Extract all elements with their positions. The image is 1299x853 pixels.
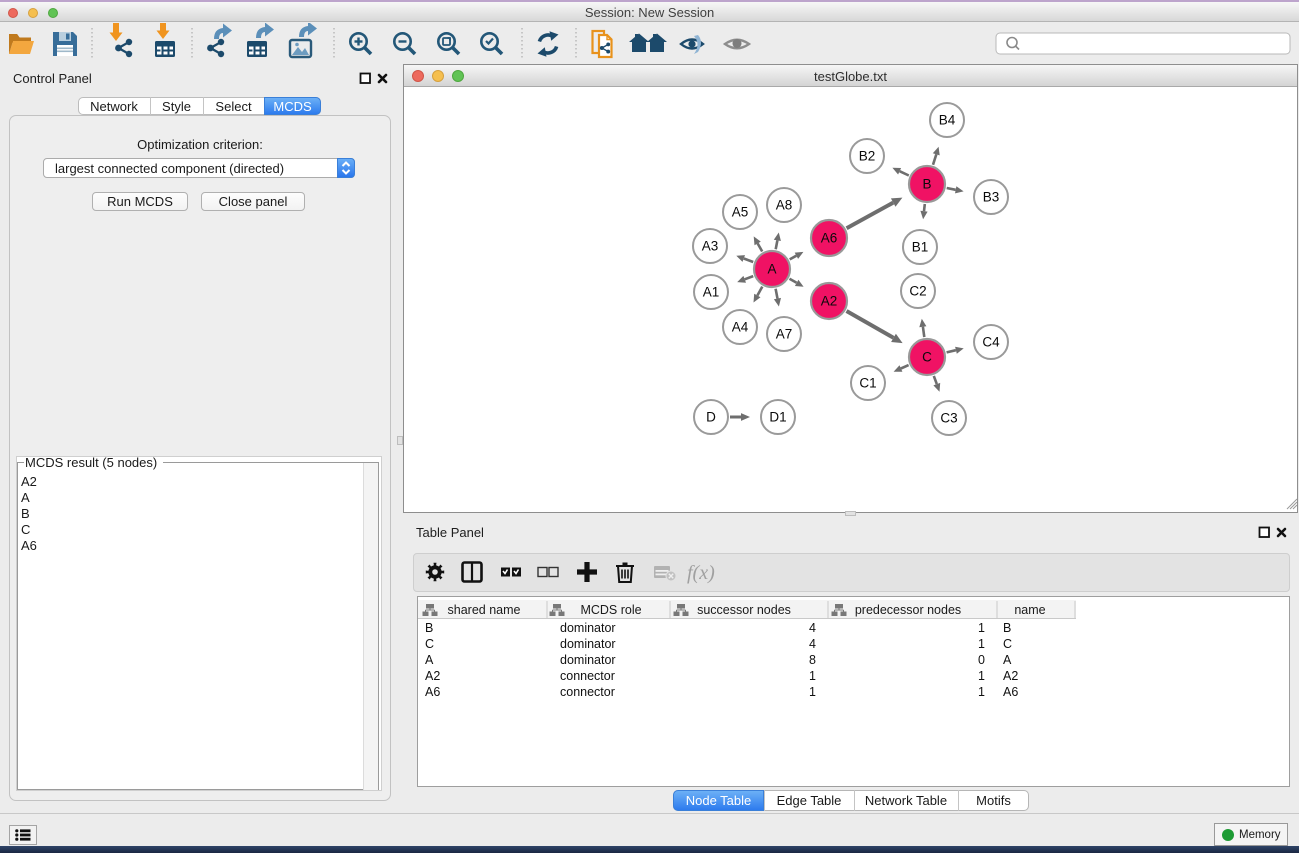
svg-text:connector: connector — [560, 669, 615, 683]
svg-text:A7: A7 — [776, 327, 793, 342]
svg-text:MCDS role: MCDS role — [580, 603, 641, 617]
svg-text:C3: C3 — [940, 411, 957, 426]
svg-text:A5: A5 — [732, 205, 749, 220]
svg-text:1: 1 — [978, 621, 985, 635]
svg-text:dominator: dominator — [560, 637, 616, 651]
svg-text:C1: C1 — [859, 376, 876, 391]
svg-text:predecessor nodes: predecessor nodes — [855, 603, 961, 617]
svg-text:A2: A2 — [425, 669, 440, 683]
svg-text:dominator: dominator — [560, 621, 616, 635]
svg-text:4: 4 — [809, 637, 816, 651]
svg-text:1: 1 — [978, 637, 985, 651]
svg-text:connector: connector — [560, 685, 615, 699]
svg-text:A3: A3 — [702, 239, 719, 254]
svg-text:A: A — [767, 262, 776, 277]
svg-text:0: 0 — [978, 653, 985, 667]
svg-text:A6: A6 — [425, 685, 440, 699]
svg-text:f(x): f(x) — [687, 562, 715, 584]
svg-text:A2: A2 — [1003, 669, 1018, 683]
svg-text:1: 1 — [978, 669, 985, 683]
svg-text:8: 8 — [809, 653, 816, 667]
svg-text:dominator: dominator — [560, 653, 616, 667]
svg-text:A: A — [425, 653, 434, 667]
svg-text:C4: C4 — [982, 335, 1000, 350]
svg-text:name: name — [1014, 603, 1045, 617]
svg-text:A6: A6 — [821, 231, 838, 246]
svg-text:C2: C2 — [909, 284, 926, 299]
svg-text:C: C — [922, 350, 932, 365]
svg-text:A4: A4 — [732, 320, 749, 335]
svg-text:1: 1 — [809, 669, 816, 683]
svg-text:B3: B3 — [983, 190, 1000, 205]
svg-text:D: D — [706, 410, 716, 425]
svg-text:4: 4 — [809, 621, 816, 635]
svg-text:1: 1 — [809, 685, 816, 699]
svg-text:B2: B2 — [859, 149, 876, 164]
svg-text:B: B — [1003, 621, 1011, 635]
svg-text:B1: B1 — [912, 240, 929, 255]
svg-text:A1: A1 — [703, 285, 720, 300]
svg-text:A: A — [1003, 653, 1012, 667]
svg-text:B: B — [922, 177, 931, 192]
svg-text:successor nodes: successor nodes — [697, 603, 791, 617]
svg-text:D1: D1 — [769, 410, 786, 425]
svg-text:A6: A6 — [1003, 685, 1018, 699]
svg-text:1: 1 — [978, 685, 985, 699]
svg-text:A2: A2 — [821, 294, 838, 309]
svg-text:B4: B4 — [939, 113, 956, 128]
svg-text:shared name: shared name — [448, 603, 521, 617]
svg-text:B: B — [425, 621, 433, 635]
svg-text:A8: A8 — [776, 198, 793, 213]
svg-text:C: C — [425, 637, 434, 651]
svg-text:C: C — [1003, 637, 1012, 651]
